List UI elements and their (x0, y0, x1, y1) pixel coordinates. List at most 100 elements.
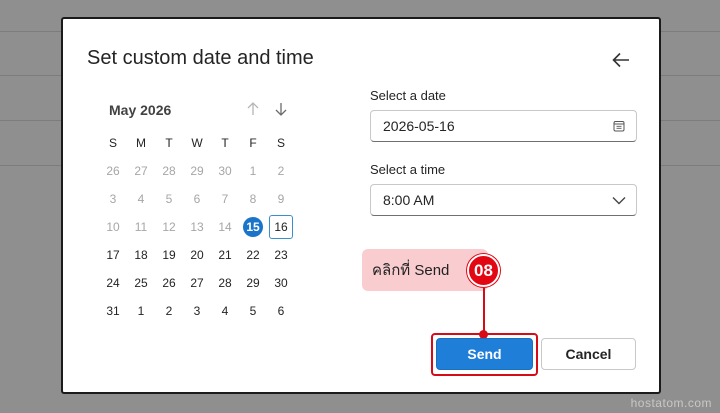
calendar-day[interactable]: 29 (183, 157, 211, 185)
calendar-day[interactable]: 26 (155, 269, 183, 297)
background-line (661, 120, 720, 121)
calendar-week-row: 17 18 19 20 21 22 23 (99, 241, 295, 269)
calendar-icon[interactable] (612, 119, 626, 133)
calendar-day-number: 3 (193, 304, 201, 318)
time-field-label: Select a time (370, 162, 446, 177)
calendar-day-selected[interactable]: 16 (267, 213, 295, 241)
calendar-day-number: 29 (190, 164, 204, 178)
cancel-button[interactable]: Cancel (541, 338, 636, 370)
calendar-day[interactable]: 8 (239, 185, 267, 213)
calendar-week-row: 31 1 2 3 4 5 6 (99, 297, 295, 325)
background-line (0, 165, 61, 166)
calendar-day[interactable]: 19 (155, 241, 183, 269)
calendar-day-number: 25 (134, 276, 148, 290)
calendar-day[interactable]: 21 (211, 241, 239, 269)
calendar-day-number: 4 (221, 304, 229, 318)
dialog-title: Set custom date and time (87, 47, 314, 69)
calendar-week-row: 24 25 26 27 28 29 30 (99, 269, 295, 297)
weekday-label: S (108, 136, 117, 150)
calendar-day-number: 2 (165, 304, 173, 318)
calendar-day-number: 13 (190, 220, 204, 234)
calendar-day[interactable]: 9 (267, 185, 295, 213)
calendar-day-number: 20 (190, 248, 204, 262)
calendar-day[interactable]: 2 (155, 297, 183, 325)
background-line (661, 75, 720, 76)
weekday-label: S (276, 136, 285, 150)
time-select[interactable]: 8:00 AM (370, 184, 637, 216)
calendar-day[interactable]: 4 (127, 185, 155, 213)
calendar-day-number: 10 (106, 220, 120, 234)
calendar-day[interactable]: 28 (211, 269, 239, 297)
calendar-day[interactable]: 2 (267, 157, 295, 185)
calendar-day[interactable]: 30 (267, 269, 295, 297)
calendar-day[interactable]: 31 (99, 297, 127, 325)
background-line (661, 31, 720, 32)
background-line (0, 120, 61, 121)
calendar-day[interactable]: 18 (127, 241, 155, 269)
calendar-day[interactable]: 27 (127, 157, 155, 185)
calendar-day-number: 5 (165, 192, 173, 206)
weekday-label: M (136, 136, 146, 150)
weekday-label: W (191, 136, 203, 150)
send-button[interactable]: Send (436, 338, 533, 370)
arrow-left-icon (612, 52, 629, 68)
calendar-day[interactable]: 1 (239, 157, 267, 185)
calendar-day-number: 24 (106, 276, 120, 290)
calendar-day-number: 21 (218, 248, 232, 262)
calendar-day[interactable]: 23 (267, 241, 295, 269)
previous-month-button[interactable] (245, 101, 261, 117)
calendar-day-today[interactable]: 15 (239, 213, 267, 241)
calendar-day-number: 1 (137, 304, 145, 318)
calendar-day[interactable]: 29 (239, 269, 267, 297)
calendar-week-row: 10 11 12 13 14 15 16 (99, 213, 295, 241)
calendar-day[interactable]: 6 (183, 185, 211, 213)
calendar-day[interactable]: 5 (155, 185, 183, 213)
calendar-day-number: 14 (218, 220, 232, 234)
back-button[interactable] (607, 47, 635, 73)
calendar-day[interactable]: 17 (99, 241, 127, 269)
calendar-day-number: 30 (218, 164, 232, 178)
calendar-day[interactable]: 6 (267, 297, 295, 325)
calendar-day-number: 8 (249, 192, 257, 206)
calendar-day[interactable]: 27 (183, 269, 211, 297)
calendar-day[interactable]: 12 (155, 213, 183, 241)
calendar-day[interactable]: 20 (183, 241, 211, 269)
date-field-label: Select a date (370, 88, 446, 103)
calendar-day[interactable]: 4 (211, 297, 239, 325)
calendar-day[interactable]: 1 (127, 297, 155, 325)
calendar-day[interactable]: 14 (211, 213, 239, 241)
background-line (661, 165, 720, 166)
calendar-week-row: 3 4 5 6 7 8 9 (99, 185, 295, 213)
weekday-label: T (165, 136, 173, 150)
calendar-day[interactable]: 13 (183, 213, 211, 241)
calendar-day-number: 18 (134, 248, 148, 262)
calendar-day[interactable]: 25 (127, 269, 155, 297)
calendar-day-number: 17 (106, 248, 120, 262)
calendar-day[interactable]: 3 (183, 297, 211, 325)
calendar-day[interactable]: 5 (239, 297, 267, 325)
calendar-day[interactable]: 24 (99, 269, 127, 297)
calendar-day[interactable]: 22 (239, 241, 267, 269)
calendar-day-number: 31 (106, 304, 120, 318)
next-month-button[interactable] (273, 101, 289, 117)
calendar-day[interactable]: 26 (99, 157, 127, 185)
calendar-day[interactable]: 30 (211, 157, 239, 185)
arrow-down-icon (275, 103, 287, 116)
calendar-day-number: 28 (162, 164, 176, 178)
calendar-day-number: 15 (243, 217, 263, 237)
calendar-day-number: 3 (109, 192, 117, 206)
calendar-month-label: May 2026 (109, 102, 172, 118)
calendar-day-number: 12 (162, 220, 176, 234)
date-input[interactable]: 2026-05-16 (370, 110, 637, 142)
calendar-day[interactable]: 7 (211, 185, 239, 213)
calendar-grid: S M T W T F S 26 27 28 29 30 1 2 3 4 5 6 7 8 9 10 11 12 1… (99, 129, 295, 325)
step-number-badge: 08 (467, 254, 500, 287)
calendar-day[interactable]: 11 (127, 213, 155, 241)
calendar-day[interactable]: 28 (155, 157, 183, 185)
background-line (0, 75, 61, 76)
calendar-day[interactable]: 10 (99, 213, 127, 241)
calendar-day-number: 6 (193, 192, 201, 206)
calendar-day-number: 30 (274, 276, 288, 290)
calendar-day-number: 28 (218, 276, 232, 290)
calendar-day[interactable]: 3 (99, 185, 127, 213)
